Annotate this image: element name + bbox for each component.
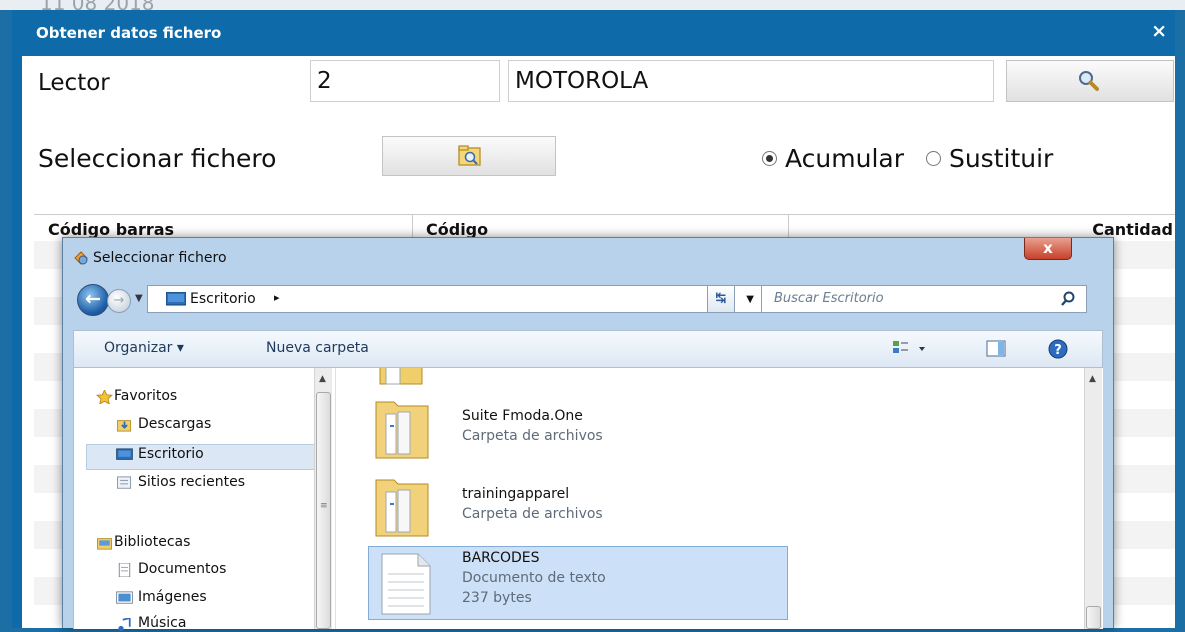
desktop-icon: [116, 448, 133, 460]
pictures-icon: [116, 591, 133, 604]
nav-item-imagenes[interactable]: Imágenes: [138, 589, 207, 605]
background-window: 11 08 2018: [0, 0, 1185, 15]
recent-pages-chevron-icon[interactable]: ▼: [135, 293, 143, 304]
nav-item-descargas[interactable]: Descargas: [138, 416, 211, 432]
browse-file-button[interactable]: [382, 136, 556, 176]
search-lector-button[interactable]: [1006, 60, 1174, 102]
scroll-up-icon[interactable]: ▲: [319, 374, 326, 384]
address-text: Escritorio: [190, 291, 256, 307]
forward-arrow-icon[interactable]: →: [107, 289, 131, 313]
radio-sustituir[interactable]: Sustituir: [925, 144, 1053, 173]
file-open-dialog: Seleccionar fichero x ← → Escritorio ▸ ▼…: [62, 237, 1114, 632]
recent-places-icon: [117, 476, 132, 489]
files-scrollbar[interactable]: ▲: [1084, 368, 1102, 629]
search-icon: [1079, 71, 1099, 91]
nav-scrollbar-thumb[interactable]: ≡: [316, 392, 331, 629]
search-icon: [1061, 291, 1075, 306]
music-icon: [118, 618, 131, 632]
folder-browse-icon: [458, 145, 481, 166]
text-file-icon: [381, 553, 431, 615]
explorer-toolbar: Organizar ▾ Nueva carpeta ?: [73, 330, 1103, 368]
close-icon[interactable]: ×: [1151, 19, 1167, 43]
nav-item-sitios-recientes[interactable]: Sitios recientes: [138, 474, 245, 490]
radio-acumular-label[interactable]: Acumular: [785, 144, 904, 173]
radio-acumular-dot[interactable]: [762, 150, 777, 166]
lector-name-input[interactable]: MOTOROLA: [508, 60, 994, 102]
nav-scrollbar[interactable]: ▲ ≡: [314, 368, 332, 629]
navigation-pane: Favoritos Descargas Escritorio Sitios re…: [73, 368, 335, 632]
lector-label: Lector: [38, 70, 110, 96]
folder-icon: [375, 401, 429, 459]
scroll-up-icon[interactable]: ▲: [1089, 374, 1096, 384]
search-placeholder: Buscar Escritorio: [774, 291, 884, 306]
file-type: Carpeta de archivos: [462, 506, 603, 522]
new-folder-button[interactable]: Nueva carpeta: [266, 340, 369, 356]
nav-item-bibliotecas[interactable]: Bibliotecas: [114, 534, 190, 550]
folder-icon: [379, 368, 423, 385]
file-type: Carpeta de archivos: [462, 428, 603, 444]
files-scrollbar-thumb[interactable]: [1086, 606, 1101, 629]
mode-radio-group: Acumular Sustituir: [762, 144, 1053, 173]
files-pane: Suite Fmoda.One Carpeta de archivos trai…: [335, 368, 1103, 629]
breadcrumb-arrow-icon[interactable]: ▸: [274, 291, 280, 304]
grip-icon: ≡: [320, 501, 328, 511]
nav-item-musica[interactable]: Música: [138, 615, 186, 631]
view-options-icon[interactable]: [892, 340, 932, 358]
organize-button[interactable]: Organizar ▾: [104, 340, 184, 356]
dialog-titlebar: Obtener datos fichero ×: [12, 10, 1175, 56]
radio-sustituir-label[interactable]: Sustituir: [949, 144, 1053, 173]
downloads-folder-icon: [117, 420, 132, 432]
file-size: 237 bytes: [462, 590, 532, 606]
star-icon: [96, 390, 113, 404]
nav-item-escritorio[interactable]: Escritorio: [138, 446, 204, 462]
preview-pane-icon[interactable]: [986, 340, 1006, 358]
select-file-label: Seleccionar fichero: [38, 144, 277, 173]
nav-item-favoritos[interactable]: Favoritos: [114, 388, 177, 404]
close-icon[interactable]: x: [1024, 238, 1072, 260]
file-name[interactable]: Suite Fmoda.One: [462, 408, 583, 424]
dialog-title: Obtener datos fichero: [36, 24, 222, 42]
back-arrow-icon[interactable]: ←: [77, 284, 109, 316]
file-name[interactable]: trainingapparel: [462, 486, 569, 502]
desktop-icon: [166, 292, 186, 306]
nav-item-documentos[interactable]: Documentos: [138, 561, 226, 577]
folder-icon: [375, 479, 429, 537]
radio-acumular[interactable]: Acumular: [762, 144, 904, 173]
address-bar[interactable]: Escritorio ▸ ▼: [147, 285, 763, 313]
radio-sustituir-dot[interactable]: [925, 150, 941, 166]
help-icon[interactable]: ?: [1048, 339, 1068, 359]
file-type: Documento de texto: [462, 570, 606, 586]
file-dialog-title: Seleccionar fichero: [93, 250, 227, 266]
svg-text:?: ?: [1054, 343, 1062, 358]
file-name[interactable]: BARCODES: [462, 550, 540, 566]
app-icon: [74, 251, 88, 265]
lector-code-input[interactable]: 2: [310, 60, 500, 102]
refresh-icon[interactable]: ↹: [707, 285, 735, 313]
libraries-icon: [97, 538, 112, 550]
search-input[interactable]: Buscar Escritorio: [761, 285, 1087, 313]
documents-icon: [118, 563, 131, 577]
chevron-down-icon[interactable]: ▼: [746, 294, 754, 305]
